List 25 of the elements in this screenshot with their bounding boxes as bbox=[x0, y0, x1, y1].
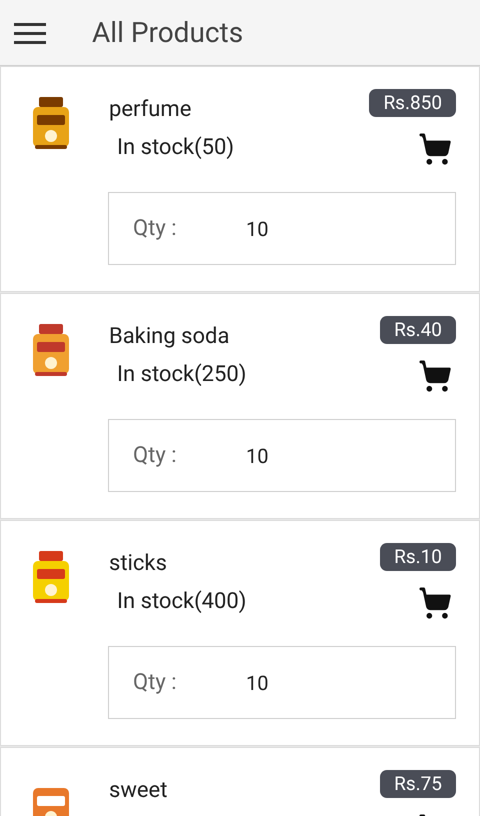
qty-label: Qty : bbox=[133, 669, 178, 697]
qty-field[interactable]: Qty : 10 bbox=[108, 646, 456, 719]
qty-value: 10 bbox=[246, 442, 268, 470]
qty-value: 10 bbox=[246, 670, 268, 696]
stock-text: In stock(400) bbox=[116, 588, 246, 616]
price-badge: Rs.75 bbox=[380, 770, 456, 798]
cart-icon[interactable] bbox=[418, 132, 452, 166]
menu-icon[interactable] bbox=[14, 22, 46, 44]
price-badge: Rs.40 bbox=[380, 316, 456, 344]
stock-text: In stock(50) bbox=[116, 134, 234, 162]
product-name: sticks bbox=[109, 550, 167, 578]
qty-field[interactable]: Qty : 10 bbox=[108, 419, 456, 492]
price-badge: Rs.850 bbox=[369, 89, 456, 117]
page-title: All Products bbox=[92, 14, 244, 50]
stock-text: In stock(250) bbox=[116, 360, 246, 388]
qty-label: Qty : bbox=[133, 442, 178, 470]
product-name: Baking soda bbox=[109, 323, 230, 351]
price-badge: Rs.10 bbox=[380, 543, 456, 571]
product-name: perfume bbox=[109, 96, 192, 124]
qty-label: Qty : bbox=[133, 215, 178, 243]
qty-value: 10 bbox=[246, 216, 268, 242]
cart-icon[interactable] bbox=[418, 359, 452, 393]
product-name: sweet bbox=[109, 777, 168, 805]
cart-icon[interactable] bbox=[418, 586, 452, 620]
qty-field[interactable]: Qty : 10 bbox=[108, 192, 456, 265]
